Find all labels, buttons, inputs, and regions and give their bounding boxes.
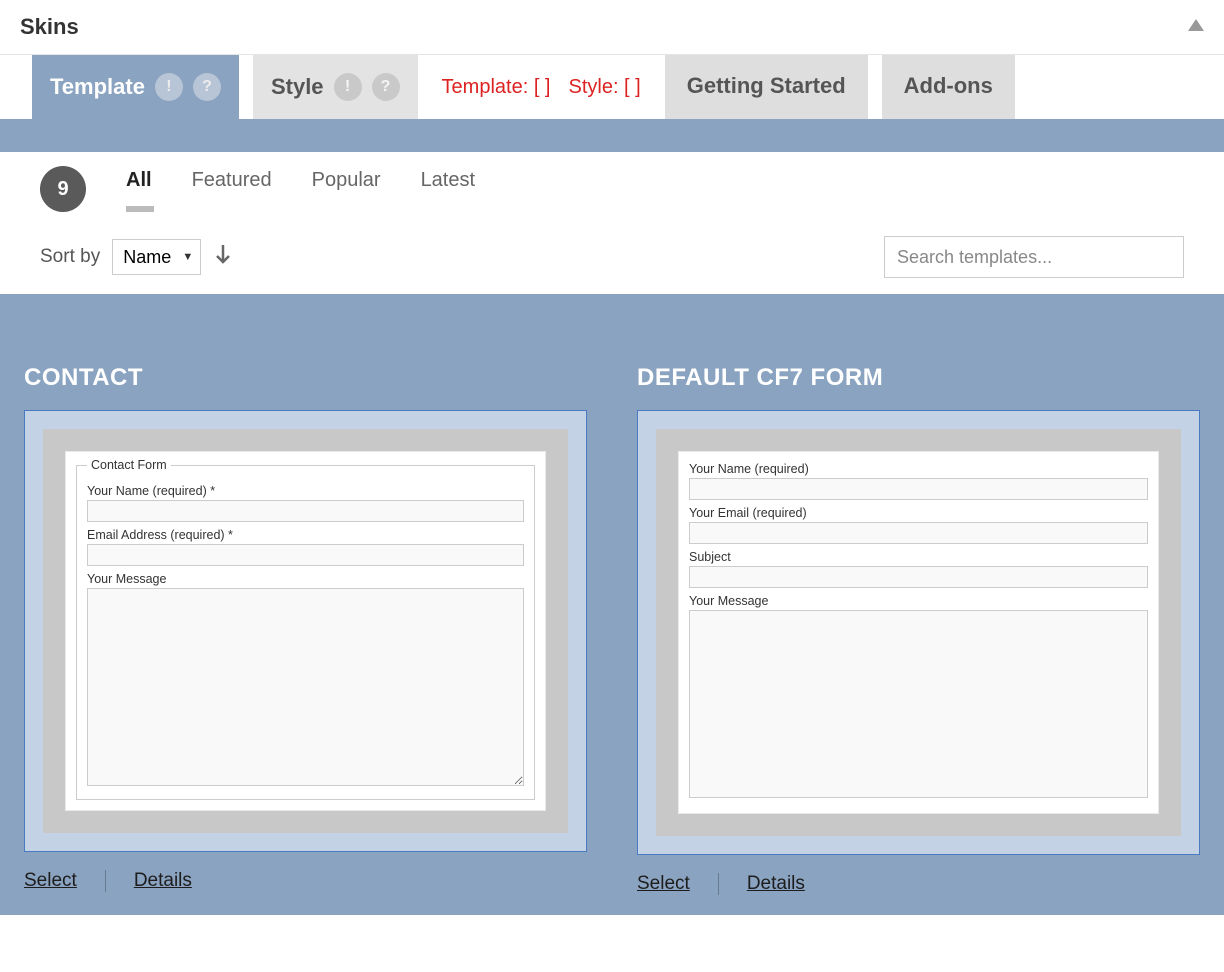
field-label: Your Email (required)	[689, 506, 1148, 520]
sort-select[interactable]: Name	[112, 239, 201, 275]
tab-getting-started[interactable]: Getting Started	[665, 55, 868, 119]
status-style: Style: [ ]	[568, 76, 640, 99]
tab-template[interactable]: Template ! ?	[32, 55, 239, 119]
search-input[interactable]	[884, 236, 1184, 278]
tab-style-label: Style	[271, 74, 324, 100]
tab-style[interactable]: Style ! ?	[253, 55, 418, 119]
tabs-row: Template ! ? Style ! ? Template: [ ] Sty…	[0, 55, 1224, 119]
filter-tab-popular[interactable]: Popular	[312, 169, 381, 210]
filter-tab-featured[interactable]: Featured	[192, 169, 272, 210]
template-card[interactable]: Your Name (required) Your Email (require…	[637, 410, 1200, 855]
field-textarea	[87, 588, 524, 786]
template-item: DEFAULT CF7 FORM Your Name (required) Yo…	[637, 364, 1200, 895]
status-template: Template: [ ]	[442, 76, 551, 99]
info-icon[interactable]: !	[334, 73, 362, 101]
panel-title: Skins	[20, 14, 79, 40]
template-title: DEFAULT CF7 FORM	[637, 364, 1200, 392]
template-title: CONTACT	[24, 364, 587, 392]
sort-row: Sort by Name	[40, 236, 1184, 278]
form-preview: Your Name (required) Your Email (require…	[678, 451, 1159, 814]
details-link[interactable]: Details	[105, 870, 220, 892]
form-legend: Contact Form	[87, 458, 171, 472]
tab-template-label: Template	[50, 74, 145, 100]
field-label: Your Name (required) *	[87, 484, 524, 498]
form-fieldset: Contact Form Your Name (required) * Emai…	[76, 458, 535, 800]
field-label: Your Name (required)	[689, 462, 1148, 476]
filter-tab-all[interactable]: All	[126, 169, 152, 210]
field-label: Your Message	[689, 594, 1148, 608]
count-badge: 9	[40, 166, 86, 212]
field-label: Your Message	[87, 572, 524, 586]
panel-header: Skins	[0, 0, 1224, 55]
card-actions: Select Details	[24, 870, 587, 892]
help-icon[interactable]: ?	[372, 73, 400, 101]
field-input	[689, 522, 1148, 544]
collapse-toggle-icon[interactable]	[1188, 18, 1204, 36]
tab-addons[interactable]: Add-ons	[882, 55, 1015, 119]
template-preview: Contact Form Your Name (required) * Emai…	[43, 429, 568, 833]
field-input	[87, 500, 524, 522]
filter-tabs: 9 All Featured Popular Latest	[40, 166, 1184, 212]
template-item: CONTACT Contact Form Your Name (required…	[24, 364, 587, 895]
form-preview: Contact Form Your Name (required) * Emai…	[65, 451, 546, 811]
field-textarea	[689, 610, 1148, 798]
template-grid: CONTACT Contact Form Your Name (required…	[0, 294, 1224, 915]
field-input	[87, 544, 524, 566]
field-label: Email Address (required) *	[87, 528, 524, 542]
card-actions: Select Details	[637, 873, 1200, 895]
filter-tab-latest[interactable]: Latest	[421, 169, 475, 210]
divider-bar	[0, 119, 1224, 152]
filter-panel: 9 All Featured Popular Latest Sort by Na…	[20, 152, 1204, 294]
info-icon[interactable]: !	[155, 73, 183, 101]
help-icon[interactable]: ?	[193, 73, 221, 101]
sort-label: Sort by	[40, 246, 100, 268]
select-link[interactable]: Select	[24, 870, 105, 892]
status-group: Template: [ ] Style: [ ]	[432, 55, 651, 119]
field-label: Subject	[689, 550, 1148, 564]
details-link[interactable]: Details	[718, 873, 833, 895]
field-input	[689, 478, 1148, 500]
template-card[interactable]: Contact Form Your Name (required) * Emai…	[24, 410, 587, 852]
template-preview: Your Name (required) Your Email (require…	[656, 429, 1181, 836]
select-link[interactable]: Select	[637, 873, 718, 895]
sort-direction-icon[interactable]	[213, 243, 233, 271]
field-input	[689, 566, 1148, 588]
